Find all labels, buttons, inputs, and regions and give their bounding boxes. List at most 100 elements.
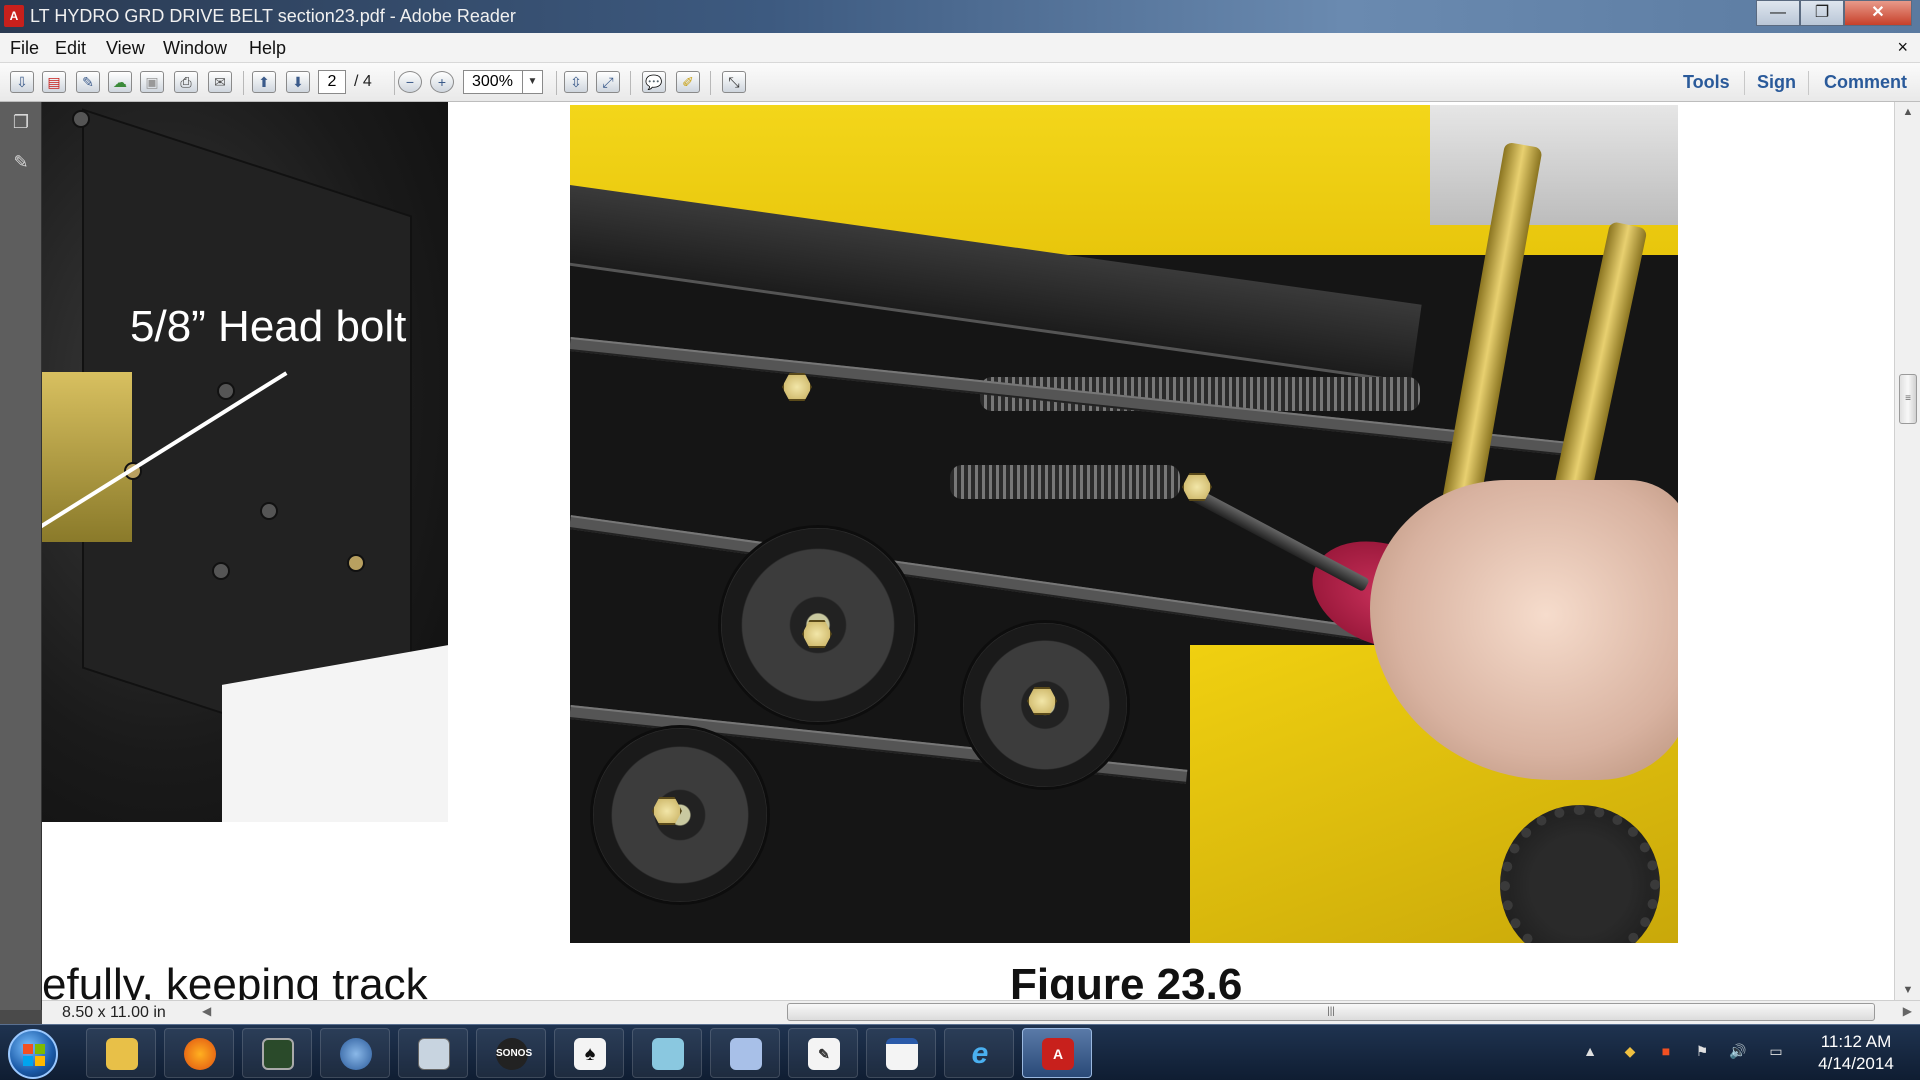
taskbar-internet-explorer[interactable]: e: [944, 1028, 1014, 1078]
close-document-icon[interactable]: ×: [1897, 37, 1908, 58]
horizontal-scroll-thumb[interactable]: |||: [787, 1003, 1875, 1021]
taskbar-calculator[interactable]: [398, 1028, 468, 1078]
page-thumbnails-icon[interactable]: ❐: [10, 112, 32, 136]
show-hidden-icons-icon[interactable]: ▲: [1580, 1043, 1600, 1063]
paint-icon: [730, 1038, 762, 1070]
page-total: / 4: [354, 73, 372, 90]
scroll-up-icon[interactable]: ▲: [1895, 102, 1920, 122]
window-title: LT HYDRO GRD DRIVE BELT section23.pdf - …: [30, 6, 516, 26]
clock-date: 4/14/2014: [1818, 1054, 1894, 1073]
adobe-reader-icon: A: [4, 5, 24, 27]
head-bolt-photo: 5/8” Head bolt: [42, 102, 448, 822]
folder-icon: [106, 1038, 138, 1070]
attachments-icon[interactable]: ✎: [10, 152, 32, 176]
menu-window[interactable]: Window: [163, 38, 227, 59]
fit-width-icon[interactable]: ⤢: [596, 71, 620, 93]
full-screen-icon[interactable]: ⤡: [722, 71, 746, 93]
next-page-icon[interactable]: ⬇: [286, 71, 310, 93]
scroll-down-icon[interactable]: ▼: [1895, 980, 1920, 1000]
drive-belt-photo: [570, 105, 1678, 943]
windows-logo-icon: [23, 1044, 45, 1066]
taskbar-file-explorer[interactable]: [86, 1028, 156, 1078]
taskbar-task-manager[interactable]: [242, 1028, 312, 1078]
clock-time: 11:12 AM: [1820, 1032, 1892, 1051]
edit-pdf-icon[interactable]: ✎: [76, 71, 100, 93]
notepad-icon: [652, 1038, 684, 1070]
zoom-in-icon[interactable]: +: [430, 71, 454, 93]
toolbar-separator: [1744, 71, 1745, 95]
taskbar-solitaire[interactable]: ♠: [554, 1028, 624, 1078]
previous-page-icon[interactable]: ⬆: [252, 71, 276, 93]
windows-flag-tray-icon[interactable]: ■: [1656, 1043, 1676, 1063]
taskbar-adobe-reader[interactable]: A: [1022, 1028, 1092, 1078]
toolbar-separator: [630, 71, 631, 95]
sonos-icon: SONOS: [496, 1038, 532, 1070]
toolbar: ⇩ ▤ ✎ ☁ ▣ ⎙ ✉ ⬆ ⬇ 2 / 4 − + 300% ▼ ⇳ ⤢ 💬…: [0, 63, 1920, 102]
comment-link[interactable]: Comment: [1824, 72, 1907, 93]
system-clock[interactable]: 11:12 AM 4/14/2014: [1806, 1031, 1906, 1075]
calendar-icon: [886, 1038, 918, 1070]
toolbar-separator: [556, 71, 557, 95]
network-icon[interactable]: ▭: [1766, 1043, 1786, 1063]
start-button[interactable]: [8, 1029, 58, 1079]
email-icon[interactable]: ✉: [208, 71, 232, 93]
internet-explorer-icon: e: [971, 1037, 989, 1070]
monitor-icon: [262, 1038, 294, 1070]
head-bolt-label: 5/8” Head bolt: [130, 302, 407, 351]
document-icon: ✎: [808, 1038, 840, 1070]
page-number-input[interactable]: 2: [318, 70, 346, 94]
taskbar-firefox[interactable]: [164, 1028, 234, 1078]
mail-bird-icon: [340, 1038, 372, 1070]
toolbar-separator: [710, 71, 711, 95]
close-button[interactable]: ✕: [1844, 0, 1912, 26]
print-icon[interactable]: ⎙: [174, 71, 198, 93]
page-size: 8.50 x 11.00 in: [62, 1004, 166, 1021]
scroll-right-icon[interactable]: ▶: [1903, 1004, 1912, 1018]
scroll-left-icon[interactable]: ◀: [202, 1004, 211, 1018]
zoom-dropdown-icon[interactable]: ▼: [522, 71, 542, 93]
toolbar-separator: [394, 71, 395, 95]
taskbar: SONOS ♠ ✎ e A ▲ ◆ ■ ⚑ 🔊 ▭ 11:12 AM 4/14/…: [0, 1024, 1920, 1080]
vertical-scroll-thumb[interactable]: ≡: [1899, 374, 1917, 424]
volume-icon[interactable]: 🔊: [1728, 1043, 1748, 1063]
taskbar-wordpad[interactable]: ✎: [788, 1028, 858, 1078]
figure-caption: Figure 23.6: [1010, 960, 1243, 1000]
taskbar-calendar[interactable]: [866, 1028, 936, 1078]
highlight-icon[interactable]: ✐: [676, 71, 700, 93]
cloud-upload-icon[interactable]: ☁: [108, 71, 132, 93]
vertical-scrollbar[interactable]: ▲ ≡ ▼: [1894, 102, 1920, 1000]
navigation-pane: ❐ ✎: [0, 102, 42, 1010]
menu-view[interactable]: View: [106, 38, 145, 59]
toolbar-separator: [1808, 71, 1809, 95]
menu-bar: File Edit View Window Help ×: [0, 33, 1920, 63]
menu-file[interactable]: File: [10, 38, 39, 59]
taskbar-paint[interactable]: [710, 1028, 780, 1078]
save-icon[interactable]: ▣: [140, 71, 164, 93]
taskbar-thunderbird[interactable]: [320, 1028, 390, 1078]
playing-card-icon: ♠: [574, 1038, 606, 1070]
action-center-flag-icon[interactable]: ⚑: [1692, 1043, 1712, 1063]
sign-link[interactable]: Sign: [1757, 72, 1796, 93]
body-text-fragment: efully, keeping track: [42, 960, 428, 1000]
calculator-icon: [418, 1038, 450, 1070]
export-pdf-icon[interactable]: ▤: [42, 71, 66, 93]
firefox-icon: [184, 1038, 216, 1070]
comment-icon[interactable]: 💬: [642, 71, 666, 93]
restore-button[interactable]: ❐: [1800, 0, 1844, 26]
title-bar: A LT HYDRO GRD DRIVE BELT section23.pdf …: [0, 0, 1920, 33]
network-status-icon[interactable]: ◆: [1620, 1043, 1640, 1063]
create-pdf-icon[interactable]: ⇩: [10, 71, 34, 93]
menu-help[interactable]: Help: [249, 38, 286, 59]
adobe-reader-icon: A: [1042, 1038, 1074, 1070]
document-view[interactable]: 5/8” Head bolt efully, keeping track Fig…: [42, 102, 1894, 1000]
tools-link[interactable]: Tools: [1683, 72, 1730, 93]
window-controls: — ❐ ✕: [1756, 0, 1912, 26]
fit-page-icon[interactable]: ⇳: [564, 71, 588, 93]
status-bar: 8.50 x 11.00 in ◀ ||| ▶: [42, 1000, 1920, 1024]
zoom-out-icon[interactable]: −: [398, 71, 422, 93]
taskbar-notepad[interactable]: [632, 1028, 702, 1078]
minimize-button[interactable]: —: [1756, 0, 1800, 26]
menu-edit[interactable]: Edit: [55, 38, 86, 59]
toolbar-separator: [243, 71, 244, 95]
taskbar-sonos[interactable]: SONOS: [476, 1028, 546, 1078]
